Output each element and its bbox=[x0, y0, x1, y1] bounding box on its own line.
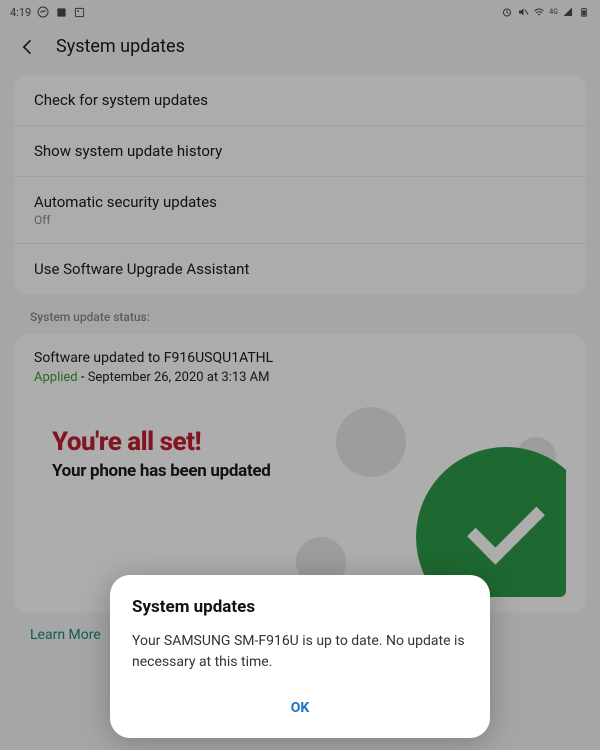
dialog-body: Your SAMSUNG SM-F916U is up to date. No … bbox=[132, 631, 468, 672]
ok-button[interactable]: OK bbox=[275, 692, 326, 724]
update-dialog: System updates Your SAMSUNG SM-F916U is … bbox=[110, 575, 490, 738]
dialog-title: System updates bbox=[132, 597, 468, 617]
